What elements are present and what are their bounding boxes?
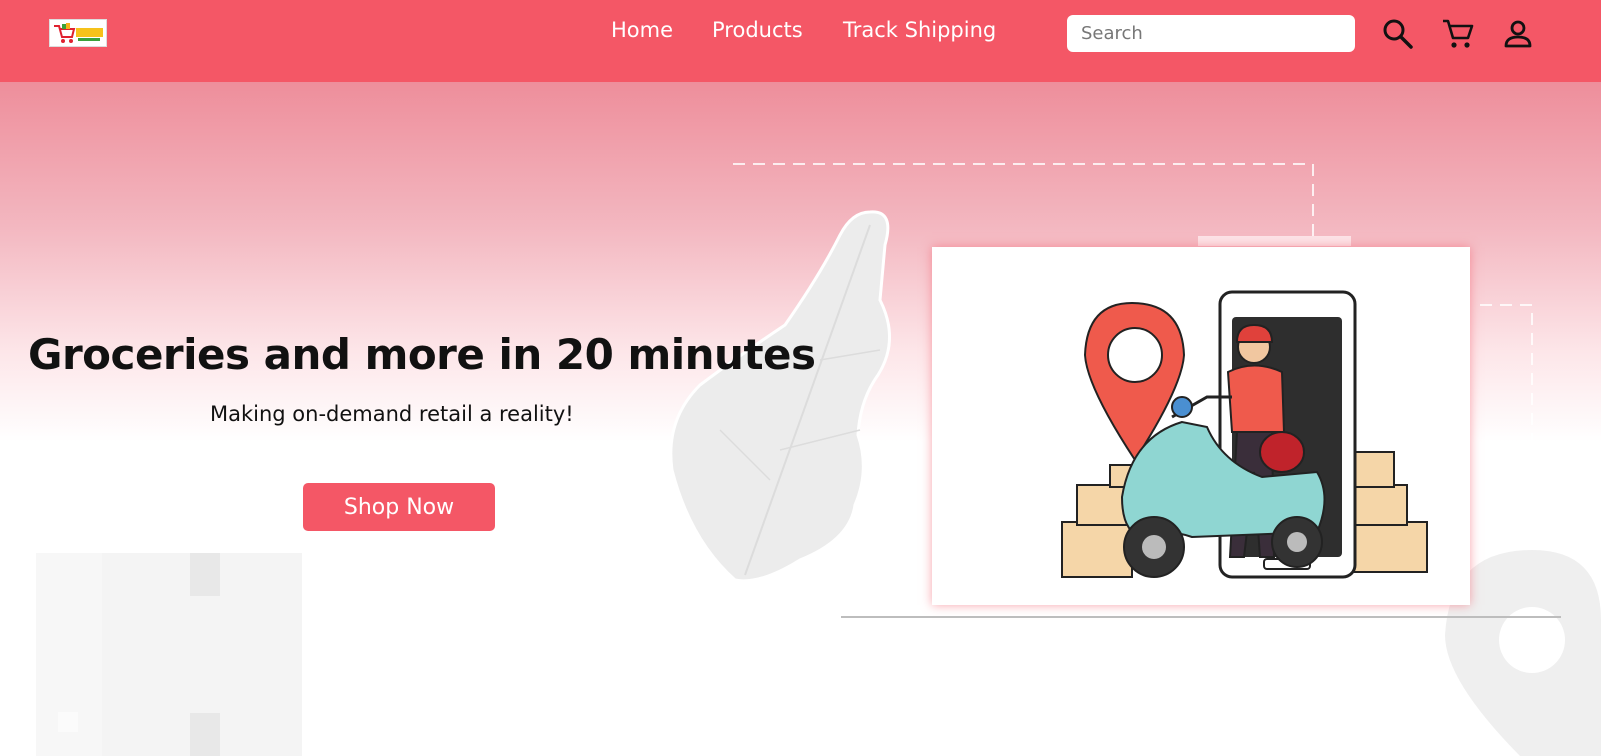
delivery-scooter-illustration bbox=[1061, 290, 1428, 579]
delivery-illustration bbox=[932, 247, 1470, 605]
cart-icon[interactable] bbox=[1440, 16, 1476, 52]
hero-subheadline: Making on-demand retail a reality! bbox=[210, 402, 574, 426]
search-icon[interactable] bbox=[1380, 16, 1416, 52]
nav-home[interactable]: Home bbox=[611, 18, 673, 42]
cart-logo-icon bbox=[54, 23, 103, 43]
user-icon[interactable] bbox=[1500, 16, 1536, 52]
top-nav-bar: Home Products Track Shipping bbox=[0, 0, 1601, 82]
hero-headline: Groceries and more in 20 minutes bbox=[28, 330, 816, 379]
search-input[interactable] bbox=[1067, 15, 1355, 52]
illustration-baseline-divider bbox=[841, 616, 1561, 618]
shop-now-button[interactable]: Shop Now bbox=[303, 483, 495, 531]
nav-track-shipping[interactable]: Track Shipping bbox=[843, 18, 996, 42]
brand-logo[interactable] bbox=[49, 19, 107, 47]
nav-products[interactable]: Products bbox=[712, 18, 803, 42]
